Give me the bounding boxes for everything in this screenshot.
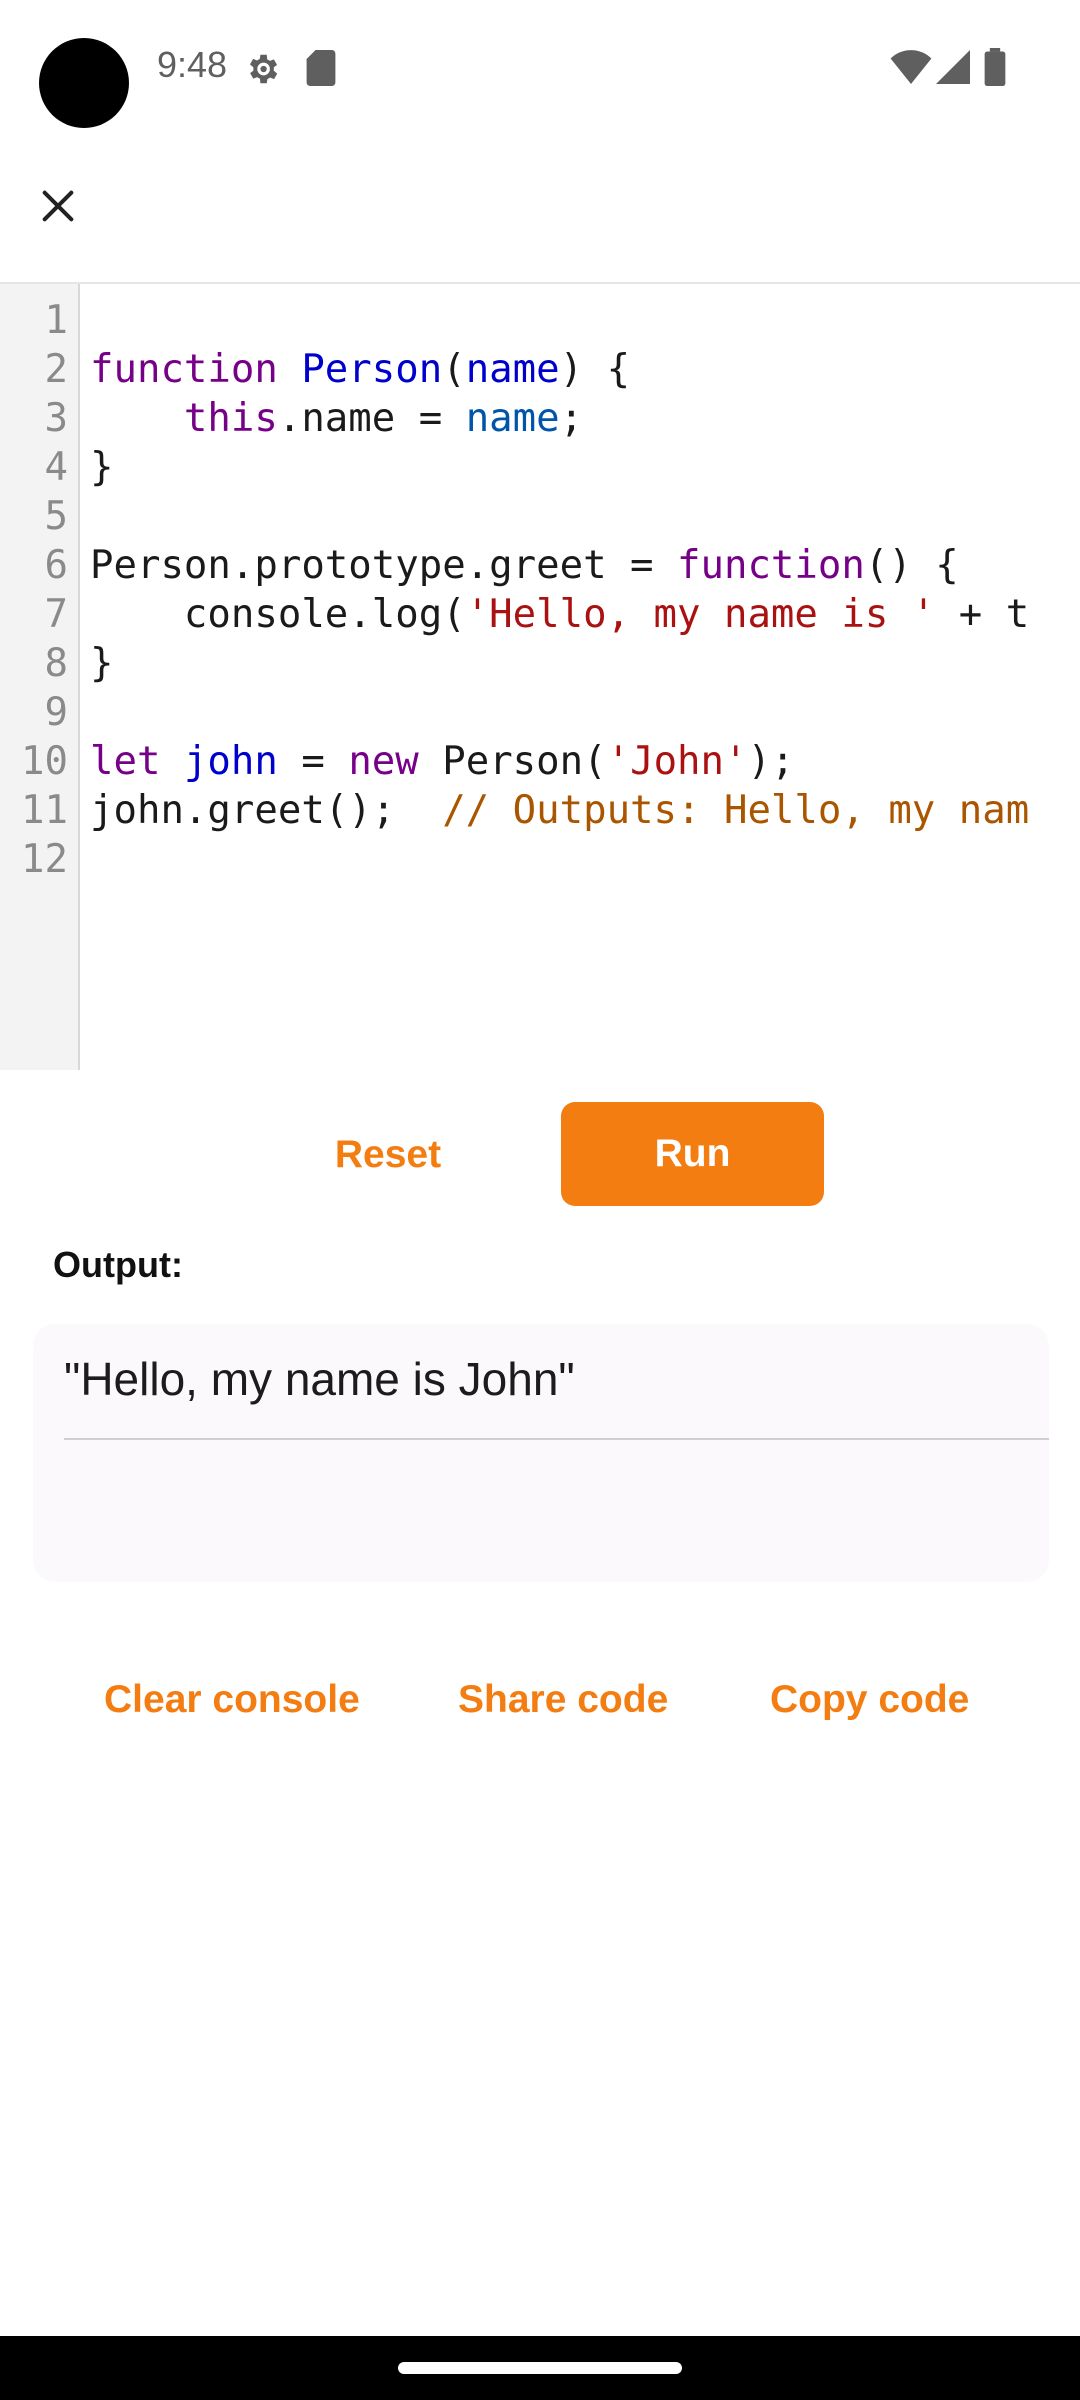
code-token: + t: [935, 592, 1030, 637]
code-token: Person(: [418, 739, 607, 784]
line-number: 9: [44, 690, 68, 735]
copy-code-button[interactable]: Copy code: [770, 1660, 969, 1740]
line-number: 7: [44, 592, 68, 637]
status-time: 9:48: [157, 44, 228, 85]
line-number: 11: [21, 788, 68, 833]
line-number: 1: [44, 298, 68, 343]
code-token: new: [348, 739, 419, 784]
run-button[interactable]: Run: [561, 1102, 824, 1206]
code-token: (: [442, 347, 466, 392]
line-number: 5: [44, 494, 68, 539]
battery-icon: [984, 48, 1006, 86]
sd-card-icon: [305, 50, 337, 86]
settings-icon: [243, 50, 281, 88]
line-number-gutter: 1 2 3 4 5 6 7 8 9 10 11 12: [0, 284, 80, 1070]
close-button[interactable]: [26, 176, 90, 240]
code-token: }: [90, 641, 114, 686]
code-token: // Outputs: Hello, my nam: [442, 788, 1030, 833]
code-token: =: [277, 739, 349, 784]
close-icon: [38, 186, 78, 231]
code-line[interactable]: }: [90, 639, 113, 688]
code-token: ) {: [559, 347, 631, 392]
line-number: 8: [44, 641, 68, 686]
code-token: function: [677, 543, 865, 588]
code-line[interactable]: console.log('Hello, my name is ' + t: [90, 590, 1029, 639]
code-token: john: [183, 739, 278, 784]
code-line[interactable]: }: [90, 443, 113, 492]
output-underline: [64, 1438, 1049, 1440]
code-token: name: [465, 396, 560, 441]
code-token: }: [90, 445, 114, 490]
code-token: Person.prototype.greet =: [90, 543, 677, 588]
code-token: john.greet();: [90, 788, 443, 833]
status-bar: 9:48: [0, 0, 1080, 136]
code-token: 'John': [606, 739, 748, 784]
line-number: 2: [44, 347, 68, 392]
line-number: 10: [21, 739, 68, 784]
code-editor[interactable]: 1 2 3 4 5 6 7 8 9 10 11 12 function Person(name) { …: [0, 284, 1080, 1070]
code-token: .name =: [277, 396, 466, 441]
code-token: name: [465, 347, 560, 392]
code-line[interactable]: Person.prototype.greet = function() {: [90, 541, 959, 590]
home-indicator[interactable]: [398, 2362, 682, 2374]
code-token: ;: [559, 396, 584, 441]
line-number: 3: [44, 396, 68, 441]
wifi-icon: [890, 50, 932, 84]
code-token: 'Hello, my name is ': [465, 592, 936, 637]
code-token: () {: [864, 543, 959, 588]
code-line[interactable]: john.greet(); // Outputs: Hello, my nam: [90, 786, 1029, 835]
code-token: function: [90, 347, 278, 392]
code-token: let: [90, 739, 161, 784]
output-label: Output:: [53, 1244, 183, 1285]
share-code-button[interactable]: Share code: [458, 1660, 668, 1740]
reset-button[interactable]: Reset: [290, 1102, 486, 1208]
output-console: "Hello, my name is John": [33, 1324, 1049, 1582]
code-line[interactable]: this.name = name;: [90, 394, 583, 443]
line-number: 6: [44, 543, 68, 588]
code-token: Person: [301, 347, 443, 392]
line-number: 12: [21, 837, 68, 882]
code-token: this: [183, 396, 278, 441]
line-number: 4: [44, 445, 68, 490]
code-line[interactable]: let john = new Person('John');: [90, 737, 794, 786]
signal-icon: [936, 50, 970, 84]
output-text: "Hello, my name is John": [64, 1353, 575, 1405]
clear-console-button[interactable]: Clear console: [104, 1660, 360, 1740]
code-token: console.log(: [90, 592, 466, 637]
code-line[interactable]: function Person(name) {: [90, 345, 630, 394]
code-token: );: [747, 739, 795, 784]
camera-cutout: [39, 38, 129, 128]
